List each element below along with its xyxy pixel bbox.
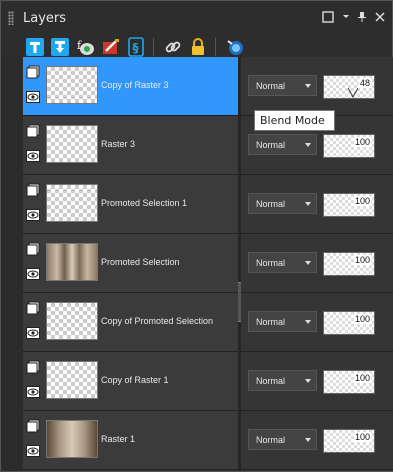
opacity-field[interactable]: 100 [323,311,375,335]
blend-mode-dropdown[interactable]: Normal [248,193,317,214]
dropdown-icon[interactable] [339,11,353,25]
layer-properties: Normal 100 [241,293,393,352]
layer-properties: Normal 100 [241,352,393,411]
svg-text:§: § [133,41,139,55]
blend-mode-dropdown[interactable]: Normal [248,134,317,155]
layer-type-icon[interactable] [26,124,40,138]
blend-mode-dropdown[interactable]: Normal [248,252,317,273]
blend-mode-value: Normal [256,140,286,150]
maximize-icon[interactable] [321,11,335,25]
layer-type-icon[interactable] [26,360,40,374]
new-mask-layer-icon[interactable] [100,36,122,58]
layer-row[interactable]: Promoted Selection 1 [23,175,238,234]
layer-thumbnail [46,243,98,281]
opacity-slider-marker-icon[interactable] [348,88,358,98]
layers-panel: Layers f § Copy of Raster 3 Normal 48 Ra… [0,0,393,472]
visibility-eye-icon[interactable] [26,385,40,398]
chevron-down-icon [305,261,311,265]
opacity-value: 100 [353,373,371,383]
opacity-field[interactable]: 100 [323,193,375,217]
lock-icon[interactable] [187,36,209,58]
visibility-eye-icon[interactable] [26,90,40,103]
layer-thumbnail [46,125,98,163]
blend-mode-dropdown[interactable]: Normal [248,370,317,391]
layer-row[interactable]: Raster 1 [23,411,238,470]
blend-mode-tooltip: Blend Mode [254,110,335,131]
layer-row[interactable]: Promoted Selection [23,234,238,293]
blend-mode-value: Normal [256,376,286,386]
chevron-down-icon [305,379,311,383]
visibility-eye-icon[interactable] [26,444,40,457]
link-icon[interactable] [162,36,184,58]
layer-properties: Normal 100 [241,411,393,470]
opacity-field[interactable]: 100 [323,134,375,158]
chevron-down-icon [305,320,311,324]
layer-thumbnail [46,66,98,104]
layer-properties: Normal 100 [241,234,393,293]
opacity-field[interactable]: 48 [323,75,375,99]
opacity-field[interactable]: 100 [323,370,375,394]
title-bar[interactable]: Layers [1,1,392,33]
layer-thumbnail [46,184,98,222]
delete-layer-icon[interactable] [224,36,246,58]
layer-name: Raster 1 [101,434,136,444]
layer-type-icon[interactable] [26,183,40,197]
pin-icon[interactable] [355,11,369,25]
opacity-field[interactable]: 100 [323,429,375,453]
layer-thumbnail [46,420,98,458]
new-adjustment-layer-icon[interactable]: f [74,36,96,58]
panel-title: Layers [23,11,67,26]
chevron-down-icon [305,202,311,206]
layer-row[interactable]: Copy of Raster 3 [23,57,238,116]
layer-properties: Normal 100 [241,175,393,234]
opacity-value: 100 [353,137,371,147]
layer-type-icon[interactable] [26,242,40,256]
opacity-value: 100 [353,314,371,324]
blend-mode-dropdown[interactable]: Normal [248,75,317,96]
new-raster-layer-icon[interactable] [24,36,46,58]
layer-name: Copy of Raster 1 [101,375,169,385]
chevron-down-icon [305,143,311,147]
chevron-down-icon [305,438,311,442]
opacity-value: 48 [358,78,371,88]
blend-mode-dropdown[interactable]: Normal [248,311,317,332]
layer-row[interactable]: Raster 3 [23,116,238,175]
chevron-down-icon [305,84,311,88]
blend-mode-dropdown[interactable]: Normal [248,429,317,450]
new-group-icon[interactable]: § [125,36,147,58]
toolbar-separator [215,38,216,56]
layer-name: Raster 3 [101,139,136,149]
opacity-field[interactable]: 100 [323,252,375,276]
layer-row[interactable]: Copy of Raster 1 [23,352,238,411]
layer-name: Promoted Selection [101,257,180,267]
layer-name: Copy of Promoted Selection [101,316,214,326]
layer-type-icon[interactable] [26,419,40,433]
opacity-value: 100 [353,196,371,206]
layer-name: Copy of Raster 3 [101,80,169,90]
new-vector-layer-icon[interactable] [49,36,71,58]
close-icon[interactable] [373,11,387,25]
layer-gutter [1,57,23,471]
layers-list: Copy of Raster 3 Normal 48 Raster 3 Normal 10… [23,57,393,471]
blend-mode-value: Normal [256,81,286,91]
visibility-eye-icon[interactable] [26,149,40,162]
visibility-eye-icon[interactable] [26,267,40,280]
visibility-eye-icon[interactable] [26,326,40,339]
layer-thumbnail [46,302,98,340]
blend-mode-value: Normal [256,317,286,327]
blend-mode-value: Normal [256,258,286,268]
blend-mode-value: Normal [256,435,286,445]
blend-mode-value: Normal [256,199,286,209]
layer-properties: Normal 48 [241,57,393,116]
layer-name: Promoted Selection 1 [101,198,188,208]
visibility-eye-icon[interactable] [26,208,40,221]
layer-type-icon[interactable] [26,65,40,79]
layer-type-icon[interactable] [26,301,40,315]
opacity-value: 100 [353,432,371,442]
drag-grip-icon[interactable] [8,11,14,25]
opacity-value: 100 [353,255,371,265]
toolbar-separator [153,38,154,56]
layer-thumbnail [46,361,98,399]
layer-row[interactable]: Copy of Promoted Selection [23,293,238,352]
